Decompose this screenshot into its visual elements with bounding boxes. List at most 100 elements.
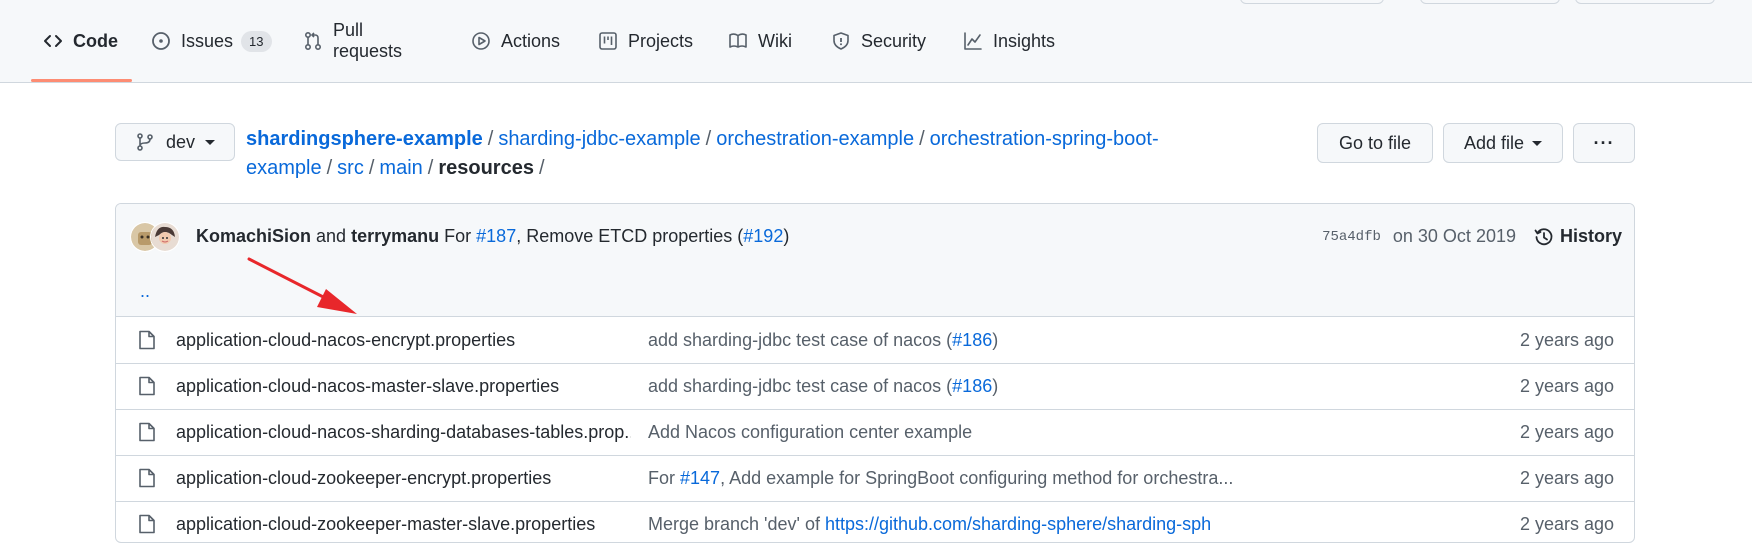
file-age: 2 years ago [1519, 376, 1614, 396]
tab-wiki[interactable]: Wiki [728, 0, 792, 82]
graph-icon [963, 31, 983, 51]
tab-label: Pull requests [333, 20, 403, 61]
file-name-link[interactable]: application-cloud-nacos-master-slave.pro… [176, 376, 631, 397]
commit-sha-link[interactable]: 75a4dfb [1322, 229, 1381, 245]
file-commit-message: add sharding-jdbc test case of nacos (#1… [648, 330, 1288, 351]
tab-label: Issues [181, 30, 234, 51]
commit-author-link[interactable]: terrymanu [351, 226, 439, 246]
commit-author-link[interactable]: KomachiSion [196, 226, 311, 246]
parent-directory-link[interactable]: .. [140, 281, 150, 302]
file-row[interactable]: application-cloud-nacos-master-slave.pro… [116, 363, 1634, 410]
branch-select-button[interactable]: dev [115, 123, 235, 161]
latest-commit-bar: KomachiSion and terrymanu For #187, Remo… [116, 204, 1634, 272]
file-commit-text: add sharding-jdbc test case of nacos ( [648, 330, 953, 350]
file-icon [138, 422, 156, 442]
add-file-button[interactable]: Add file [1443, 123, 1563, 163]
commit-meta: 75a4dfb on 30 Oct 2019 History [1322, 226, 1622, 247]
commit-message: KomachiSion and terrymanu For #187, Remo… [196, 226, 789, 247]
file-commit-message: add sharding-jdbc test case of nacos (#1… [648, 376, 1288, 397]
file-name-link[interactable]: application-cloud-zookeeper-encrypt.prop… [176, 468, 631, 489]
file-commit-text: , Add example for SpringBoot configuring… [720, 468, 1234, 488]
go-to-file-button[interactable]: Go to file [1317, 123, 1433, 163]
breadcrumb-link[interactable]: orchestration-example [716, 128, 914, 150]
file-commit-text: ) [992, 330, 999, 350]
file-name-link[interactable]: application-cloud-nacos-sharding-databas… [176, 422, 631, 443]
file-commit-link[interactable]: #147 [680, 468, 720, 488]
file-commit-text: For [648, 468, 681, 488]
breadcrumb-current: resources [438, 157, 534, 179]
tab-label: Security [861, 30, 927, 51]
go-to-file-label: Go to file [1338, 132, 1412, 153]
more-options-button[interactable]: ··· [1573, 123, 1635, 163]
chevron-down-icon [1532, 140, 1543, 146]
file-row[interactable]: application-cloud-nacos-encrypt.properti… [116, 317, 1634, 364]
add-file-label: Add file [1463, 132, 1525, 153]
breadcrumb-separator: / [487, 128, 494, 150]
file-commit-text: Add Nacos configuration center example [648, 422, 973, 442]
branch-name: dev [166, 131, 196, 152]
tab-label: Insights [993, 30, 1056, 51]
tab-issues[interactable]: Issues 13 [151, 0, 272, 82]
breadcrumb-root-link[interactable]: shardingsphere-example [246, 128, 483, 150]
file-name-link[interactable]: application-cloud-nacos-encrypt.properti… [176, 330, 631, 351]
selected-tab-underline [31, 79, 132, 82]
project-icon [598, 31, 618, 51]
tab-insights[interactable]: Insights [963, 0, 1055, 82]
file-commit-link[interactable]: #186 [952, 330, 992, 350]
breadcrumb-separator: / [427, 157, 434, 179]
commit-message-suffix: ) [783, 226, 790, 246]
file-commit-message: For #147, Add example for SpringBoot con… [648, 468, 1288, 489]
file-commit-link[interactable]: #186 [952, 376, 992, 396]
breadcrumb-link[interactable]: sharding-jdbc-example [498, 128, 700, 150]
history-label: History [1559, 226, 1622, 246]
tab-label: Wiki [758, 30, 792, 51]
parent-directory-row: .. [116, 271, 1634, 317]
tab-label: Projects [628, 30, 694, 51]
issue-icon [151, 31, 171, 51]
file-icon [138, 514, 156, 534]
file-icon [138, 468, 156, 488]
breadcrumb-link[interactable]: main [379, 157, 422, 179]
file-commit-message: Add Nacos configuration center example [648, 422, 1288, 443]
breadcrumb-separator: / [368, 157, 375, 179]
file-row[interactable]: application-cloud-zookeeper-encrypt.prop… [116, 455, 1634, 502]
code-icon [43, 31, 63, 51]
history-link[interactable]: History [1534, 226, 1622, 247]
tab-security[interactable]: Security [831, 0, 926, 82]
pull-request-link[interactable]: #192 [743, 226, 783, 246]
issue-link[interactable]: #187 [476, 226, 516, 246]
commit-date: on 30 Oct 2019 [1392, 226, 1516, 246]
file-commit-text: Merge branch 'dev' of [648, 514, 825, 534]
file-commit-link[interactable]: https://github.com/sharding-sphere/shard… [825, 514, 1211, 534]
tab-pull-requests[interactable]: Pull requests [303, 0, 402, 82]
tab-code[interactable]: Code [43, 0, 118, 82]
star-button[interactable] [1575, 0, 1715, 4]
file-commit-text: ) [992, 376, 999, 396]
breadcrumb-separator: / [538, 157, 545, 179]
pull-request-icon [303, 31, 323, 51]
file-age: 2 years ago [1519, 468, 1614, 488]
commit-message-text: , Remove ETCD properties ( [516, 226, 744, 246]
tab-label: Actions [501, 30, 561, 51]
kebab-icon: ··· [1593, 132, 1615, 153]
tab-actions[interactable]: Actions [471, 0, 560, 82]
commit-and-text: and [316, 226, 347, 246]
breadcrumb-separator: / [705, 128, 712, 150]
file-row[interactable]: application-cloud-zookeeper-master-slave… [116, 501, 1634, 542]
commit-message-prefix: For [444, 226, 472, 246]
file-row[interactable]: application-cloud-nacos-sharding-databas… [116, 409, 1634, 456]
file-age: 2 years ago [1519, 330, 1614, 350]
avatar[interactable] [150, 222, 180, 252]
file-age: 2 years ago [1519, 422, 1614, 442]
breadcrumb-separator: / [326, 157, 333, 179]
play-icon [471, 31, 491, 51]
chevron-down-icon [205, 139, 216, 145]
fork-button[interactable] [1420, 0, 1560, 4]
breadcrumb-link[interactable]: src [337, 157, 364, 179]
tab-label: Code [73, 30, 118, 51]
file-list-box: KomachiSion and terrymanu For #187, Remo… [115, 203, 1635, 543]
issues-count-badge: 13 [241, 30, 272, 52]
watch-button[interactable] [1240, 0, 1384, 4]
tab-projects[interactable]: Projects [598, 0, 693, 82]
commit-avatars [130, 222, 180, 252]
